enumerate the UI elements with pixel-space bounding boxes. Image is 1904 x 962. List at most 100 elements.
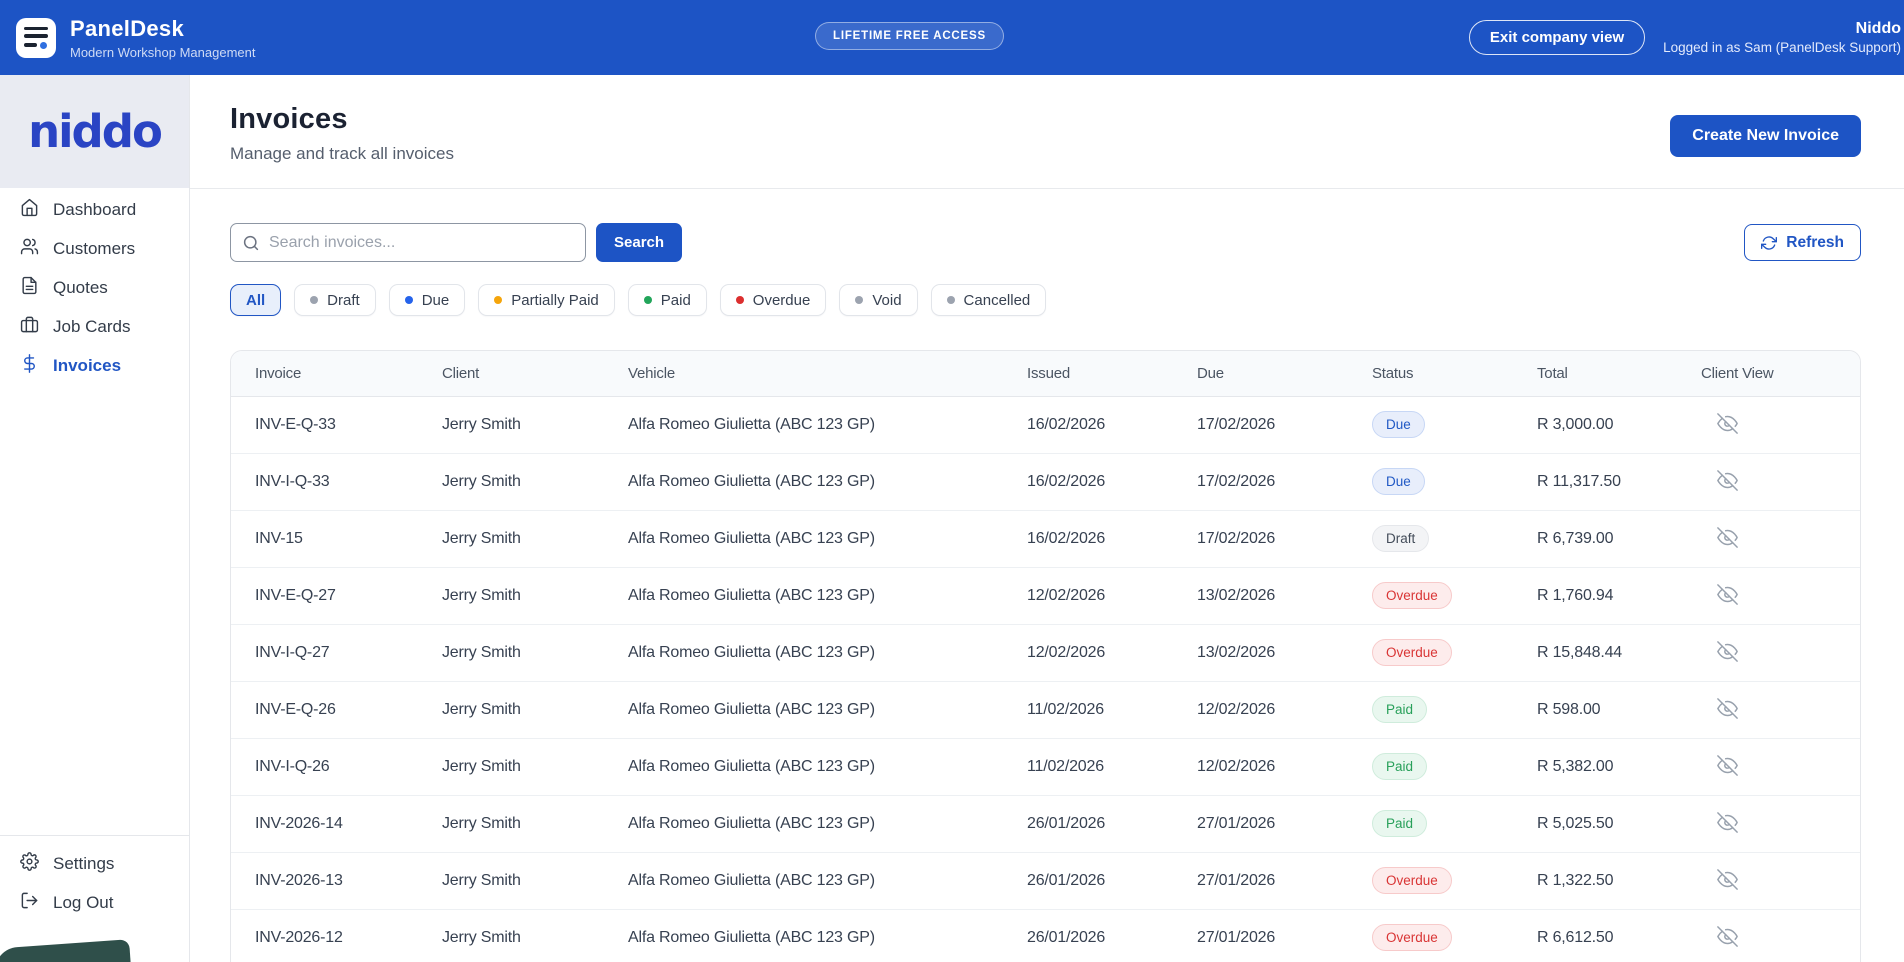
refresh-icon (1761, 235, 1777, 251)
invoices-table: Invoice Client Vehicle Issued Due Status… (231, 351, 1860, 962)
client-view-toggle[interactable] (1715, 468, 1740, 496)
create-new-invoice-button[interactable]: Create New Invoice (1670, 115, 1861, 157)
topbar-right: Exit company view Niddo Logged in as Sam… (1469, 0, 1904, 75)
cell-status: Due (1348, 396, 1513, 453)
gear-icon (20, 852, 39, 876)
cell-total: R 5,382.00 (1513, 738, 1677, 795)
status-badge: Draft (1372, 525, 1429, 552)
filter-chip-overdue[interactable]: Overdue (720, 284, 827, 316)
filter-chips: All Draft Due Partially Paid Paid Overdue Void… (230, 284, 1861, 316)
cell-issued: 11/02/2026 (1003, 681, 1173, 738)
table-row[interactable]: INV-E-Q-26 Jerry Smith Alfa Romeo Giulie… (231, 681, 1860, 738)
cell-client: Jerry Smith (418, 624, 604, 681)
sidebar-logo-area: niddo (0, 75, 189, 188)
cell-client: Jerry Smith (418, 795, 604, 852)
cell-status: Draft (1348, 510, 1513, 567)
table-row[interactable]: INV-E-Q-33 Jerry Smith Alfa Romeo Giulie… (231, 396, 1860, 453)
cell-vehicle: Alfa Romeo Giulietta (ABC 123 GP) (604, 738, 1003, 795)
sidebar-item-invoices[interactable]: Invoices (0, 346, 189, 385)
status-dot (736, 296, 744, 304)
table-body: INV-E-Q-33 Jerry Smith Alfa Romeo Giulie… (231, 396, 1860, 962)
filter-chip-paid[interactable]: Paid (628, 284, 707, 316)
table-row[interactable]: INV-I-Q-26 Jerry Smith Alfa Romeo Giulie… (231, 738, 1860, 795)
client-view-toggle[interactable] (1715, 525, 1740, 553)
cell-total: R 1,322.50 (1513, 852, 1677, 909)
filter-chip-label: Due (422, 292, 450, 309)
cell-issued: 26/01/2026 (1003, 795, 1173, 852)
brand: PanelDesk Modern Workshop Management (16, 16, 255, 60)
cell-client-view (1677, 795, 1860, 852)
client-view-toggle[interactable] (1715, 924, 1740, 952)
cell-issued: 12/02/2026 (1003, 567, 1173, 624)
table-header-row: Invoice Client Vehicle Issued Due Status… (231, 351, 1860, 396)
client-view-toggle[interactable] (1715, 810, 1740, 838)
eye-off-icon (1717, 821, 1738, 836)
cell-status: Overdue (1348, 909, 1513, 962)
users-icon (20, 237, 39, 261)
eye-off-icon (1717, 536, 1738, 551)
exit-company-view-button[interactable]: Exit company view (1469, 20, 1645, 55)
client-view-toggle[interactable] (1715, 753, 1740, 781)
filter-chip-all[interactable]: All (230, 284, 281, 316)
sidebar-item-label: Quotes (53, 278, 108, 298)
table-row[interactable]: INV-I-Q-33 Jerry Smith Alfa Romeo Giulie… (231, 453, 1860, 510)
cell-client-view (1677, 681, 1860, 738)
cell-status: Due (1348, 453, 1513, 510)
filter-chip-due[interactable]: Due (389, 284, 466, 316)
cell-total: R 1,760.94 (1513, 567, 1677, 624)
sidebar-item-label: Log Out (53, 893, 114, 913)
table-row[interactable]: INV-2026-14 Jerry Smith Alfa Romeo Giuli… (231, 795, 1860, 852)
table-row[interactable]: INV-I-Q-27 Jerry Smith Alfa Romeo Giulie… (231, 624, 1860, 681)
client-view-toggle[interactable] (1715, 411, 1740, 439)
sidebar-item-customers[interactable]: Customers (0, 229, 189, 268)
status-badge: Paid (1372, 810, 1427, 837)
cell-due: 27/01/2026 (1173, 795, 1348, 852)
filter-chip-void[interactable]: Void (839, 284, 917, 316)
table-row[interactable]: INV-2026-13 Jerry Smith Alfa Romeo Giuli… (231, 852, 1860, 909)
eye-off-icon (1717, 479, 1738, 494)
eye-off-icon (1717, 650, 1738, 665)
status-badge: Overdue (1372, 867, 1452, 894)
cell-vehicle: Alfa Romeo Giulietta (ABC 123 GP) (604, 396, 1003, 453)
col-total: Total (1513, 351, 1677, 396)
status-badge: Paid (1372, 696, 1427, 723)
client-view-toggle[interactable] (1715, 582, 1740, 610)
status-badge: Paid (1372, 753, 1427, 780)
sidebar-nav: Dashboard Customers Quotes Job Cards Inv… (0, 188, 189, 385)
client-view-toggle[interactable] (1715, 867, 1740, 895)
filter-chip-draft[interactable]: Draft (294, 284, 376, 316)
cell-issued: 16/02/2026 (1003, 510, 1173, 567)
sidebar-item-logout[interactable]: Log Out (0, 883, 189, 922)
sidebar-item-settings[interactable]: Settings (0, 844, 189, 883)
sidebar-item-label: Dashboard (53, 200, 136, 220)
sidebar-item-job-cards[interactable]: Job Cards (0, 307, 189, 346)
brand-text: PanelDesk Modern Workshop Management (70, 16, 255, 60)
brand-name: PanelDesk (70, 16, 255, 42)
table-row[interactable]: INV-2026-12 Jerry Smith Alfa Romeo Giuli… (231, 909, 1860, 962)
sidebar-item-dashboard[interactable]: Dashboard (0, 190, 189, 229)
cell-vehicle: Alfa Romeo Giulietta (ABC 123 GP) (604, 624, 1003, 681)
client-view-toggle[interactable] (1715, 639, 1740, 667)
client-view-toggle[interactable] (1715, 696, 1740, 724)
search-input[interactable] (230, 223, 586, 262)
cell-total: R 15,848.44 (1513, 624, 1677, 681)
status-dot (405, 296, 413, 304)
filter-chip-label: Cancelled (964, 292, 1031, 309)
cell-client-view (1677, 510, 1860, 567)
cell-due: 13/02/2026 (1173, 567, 1348, 624)
eye-off-icon (1717, 422, 1738, 437)
sidebar-item-quotes[interactable]: Quotes (0, 268, 189, 307)
table-row[interactable]: INV-E-Q-27 Jerry Smith Alfa Romeo Giulie… (231, 567, 1860, 624)
cell-vehicle: Alfa Romeo Giulietta (ABC 123 GP) (604, 795, 1003, 852)
search-button[interactable]: Search (596, 223, 682, 262)
filter-chip-partially-paid[interactable]: Partially Paid (478, 284, 615, 316)
cell-invoice: INV-2026-13 (231, 852, 418, 909)
eye-off-icon (1717, 593, 1738, 608)
filter-chip-cancelled[interactable]: Cancelled (931, 284, 1047, 316)
page-title: Invoices (230, 103, 454, 136)
filter-chip-label: All (246, 292, 265, 309)
table-row[interactable]: INV-15 Jerry Smith Alfa Romeo Giulietta … (231, 510, 1860, 567)
refresh-button[interactable]: Refresh (1744, 224, 1861, 261)
cell-issued: 16/02/2026 (1003, 453, 1173, 510)
cell-client: Jerry Smith (418, 852, 604, 909)
